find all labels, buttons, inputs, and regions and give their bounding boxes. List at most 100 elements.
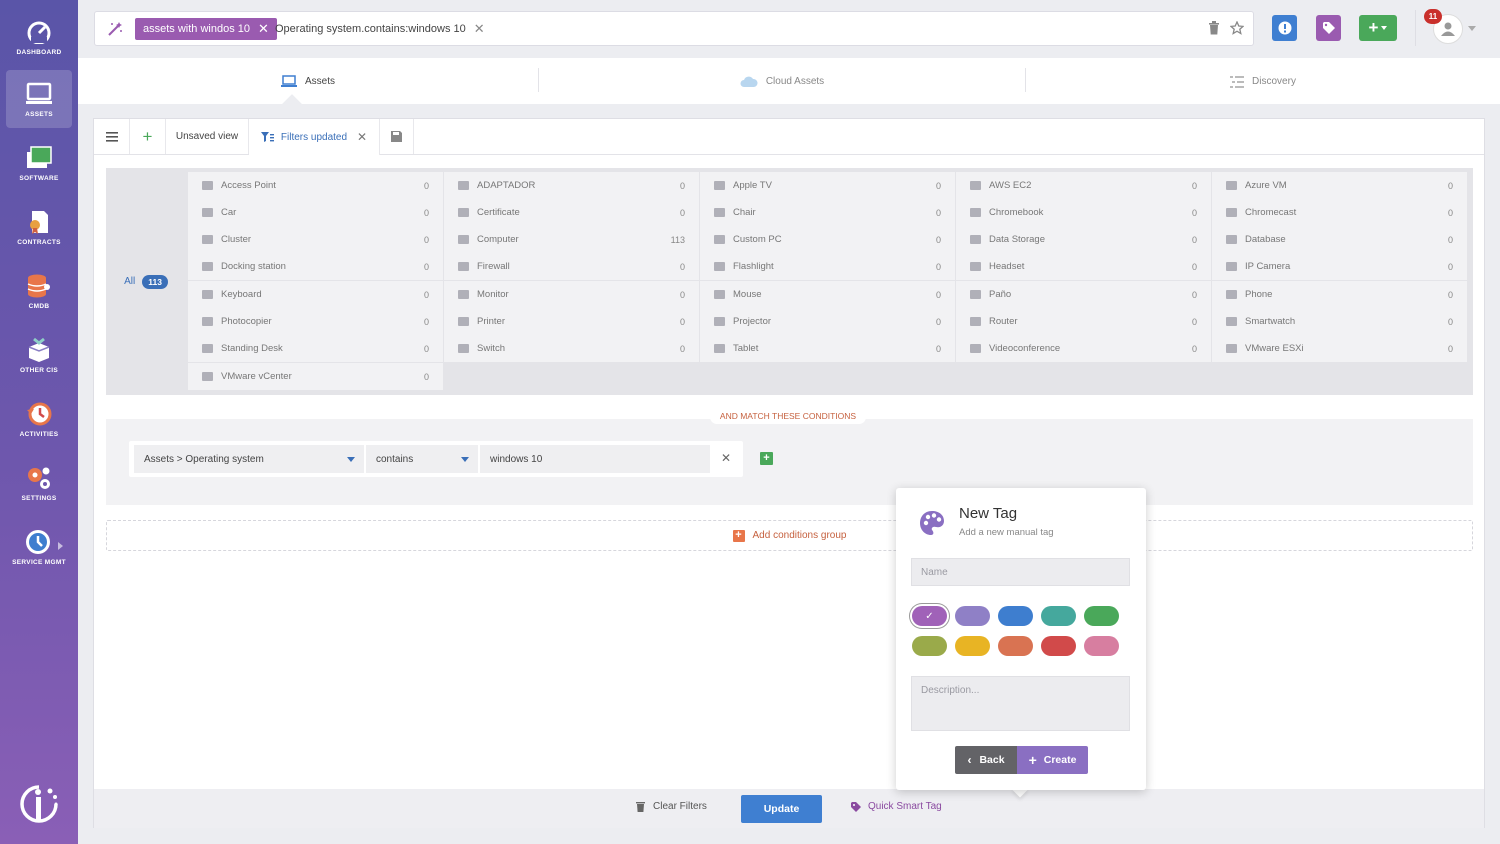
color-swatch[interactable]: [998, 636, 1033, 656]
color-swatch[interactable]: [1084, 636, 1119, 656]
asset-type-cell[interactable]: Mouse 0: [700, 281, 955, 308]
asset-type-cell[interactable]: Certificate 0: [444, 199, 699, 226]
all-types-filter[interactable]: All 113: [106, 168, 186, 395]
update-button[interactable]: Update: [741, 795, 822, 823]
asset-type-cell[interactable]: Switch 0: [444, 335, 699, 362]
asset-type-icon: [1226, 317, 1237, 326]
asset-type-cell[interactable]: Custom PC 0: [700, 226, 955, 253]
condition-filter-chip[interactable]: Operating system.contains:windows 10 ✕: [269, 18, 491, 40]
magic-wand-icon[interactable]: [107, 21, 123, 40]
add-new-button[interactable]: +: [1359, 15, 1397, 41]
search-bar[interactable]: assets with windos 10 ✕ Operating system…: [94, 11, 1254, 46]
color-swatch[interactable]: [1084, 606, 1119, 626]
asset-type-cell[interactable]: Docking station 0: [188, 253, 443, 280]
asset-type-cell[interactable]: Monitor 0: [444, 281, 699, 308]
tags-button[interactable]: [1316, 15, 1341, 41]
tab-assets[interactable]: Assets: [78, 58, 538, 104]
sidebar-item-other-cis[interactable]: OTHER CIS: [6, 326, 72, 384]
add-conditions-group-button[interactable]: + Add conditions group: [106, 520, 1473, 551]
trash-icon[interactable]: [1208, 21, 1220, 38]
save-view-button[interactable]: [380, 119, 414, 154]
add-view-button[interactable]: +: [130, 119, 166, 154]
tag-description-input[interactable]: [911, 676, 1130, 731]
close-icon[interactable]: ✕: [258, 21, 269, 37]
all-label: All: [124, 276, 136, 287]
asset-type-cell[interactable]: Router 0: [956, 308, 1211, 335]
asset-type-cell[interactable]: Keyboard 0: [188, 281, 443, 308]
asset-type-cell[interactable]: Apple TV 0: [700, 172, 955, 199]
tag-icon: [851, 801, 861, 812]
asset-type-cell[interactable]: AWS EC2 0: [956, 172, 1211, 199]
asset-type-cell[interactable]: Videoconference 0: [956, 335, 1211, 362]
sidebar-item-settings[interactable]: SETTINGS: [6, 454, 72, 512]
asset-type-cell[interactable]: Standing Desk 0: [188, 335, 443, 362]
field-select[interactable]: Assets > Operating system: [134, 445, 364, 473]
asset-type-cell[interactable]: Smartwatch 0: [1212, 308, 1467, 335]
asset-type-count: 0: [423, 207, 429, 218]
notification-badge[interactable]: 11: [1424, 9, 1442, 24]
asset-type-cell[interactable]: Phone 0: [1212, 281, 1467, 308]
asset-type-cell[interactable]: ADAPTADOR 0: [444, 172, 699, 199]
assets-tab-icon: [280, 74, 297, 87]
color-swatch[interactable]: ✓: [912, 606, 947, 626]
asset-type-cell[interactable]: IP Camera 0: [1212, 253, 1467, 280]
asset-type-cell[interactable]: Tablet 0: [700, 335, 955, 362]
asset-type-cell[interactable]: Paño 0: [956, 281, 1211, 308]
asset-type-cell[interactable]: Projector 0: [700, 308, 955, 335]
sidebar-item-cmdb[interactable]: CMDB: [6, 262, 72, 320]
tag-filter-chip[interactable]: assets with windos 10 ✕: [135, 18, 277, 40]
sidebar-item-activities[interactable]: ACTIVITIES: [6, 390, 72, 448]
asset-type-cell[interactable]: Access Point 0: [188, 172, 443, 199]
remove-condition-icon[interactable]: ✕: [721, 451, 731, 465]
add-condition-button[interactable]: +: [760, 452, 773, 465]
expand-arrow-icon[interactable]: [58, 542, 63, 550]
asset-type-cell[interactable]: Chromecast 0: [1212, 199, 1467, 226]
tag-name-input[interactable]: [911, 558, 1130, 586]
asset-type-cell[interactable]: Printer 0: [444, 308, 699, 335]
quick-smart-tag-button[interactable]: Quick Smart Tag: [851, 801, 942, 812]
color-swatch[interactable]: [1041, 636, 1076, 656]
tab-cloud-assets[interactable]: Cloud Assets: [539, 58, 1025, 104]
asset-type-name: Docking station: [221, 261, 286, 272]
tab-filters-updated[interactable]: Filters updated ✕: [249, 119, 380, 155]
asset-type-name: Data Storage: [989, 234, 1045, 245]
sidebar-item-software[interactable]: SOFTWARE: [6, 134, 72, 192]
asset-type-cell[interactable]: VMware vCenter 0: [188, 363, 443, 390]
create-button[interactable]: + Create: [1017, 746, 1088, 774]
sidebar-item-assets[interactable]: ASSETS: [6, 70, 72, 128]
close-icon[interactable]: ✕: [474, 21, 485, 37]
asset-type-cell[interactable]: Data Storage 0: [956, 226, 1211, 253]
asset-type-cell[interactable]: Car 0: [188, 199, 443, 226]
sidebar-item-contracts[interactable]: CONTRACTS: [6, 198, 72, 256]
asset-type-cell[interactable]: Cluster 0: [188, 226, 443, 253]
asset-type-cell[interactable]: Database 0: [1212, 226, 1467, 253]
view-name[interactable]: Unsaved view: [166, 119, 249, 154]
color-swatch[interactable]: [955, 606, 990, 626]
asset-type-cell[interactable]: Chromebook 0: [956, 199, 1211, 226]
tab-discovery[interactable]: Discovery: [1026, 58, 1500, 104]
sidebar-item-dashboard[interactable]: DASHBOARD: [6, 8, 72, 66]
plus-icon: +: [1028, 752, 1037, 768]
back-button[interactable]: ‹ Back: [955, 746, 1017, 774]
asset-type-cell[interactable]: Chair 0: [700, 199, 955, 226]
asset-type-cell[interactable]: Flashlight 0: [700, 253, 955, 280]
asset-type-icon: [202, 262, 213, 271]
condition-value-input[interactable]: windows 10: [480, 445, 710, 473]
color-swatch[interactable]: [955, 636, 990, 656]
asset-type-cell[interactable]: Photocopier 0: [188, 308, 443, 335]
close-icon[interactable]: ✕: [357, 130, 367, 144]
operator-select[interactable]: contains: [366, 445, 478, 473]
star-icon[interactable]: [1229, 20, 1245, 38]
asset-type-cell[interactable]: Azure VM 0: [1212, 172, 1467, 199]
asset-type-cell[interactable]: Computer 113: [444, 226, 699, 253]
asset-type-cell[interactable]: Firewall 0: [444, 253, 699, 280]
asset-type-cell[interactable]: VMware ESXi 0: [1212, 335, 1467, 362]
menu-button[interactable]: [94, 119, 130, 154]
info-button[interactable]: [1272, 15, 1297, 41]
asset-type-cell[interactable]: Headset 0: [956, 253, 1211, 280]
color-swatch[interactable]: [912, 636, 947, 656]
clear-filters-button[interactable]: Clear Filters: [636, 801, 707, 812]
chevron-down-icon[interactable]: [1468, 26, 1476, 31]
color-swatch[interactable]: [1041, 606, 1076, 626]
color-swatch[interactable]: [998, 606, 1033, 626]
